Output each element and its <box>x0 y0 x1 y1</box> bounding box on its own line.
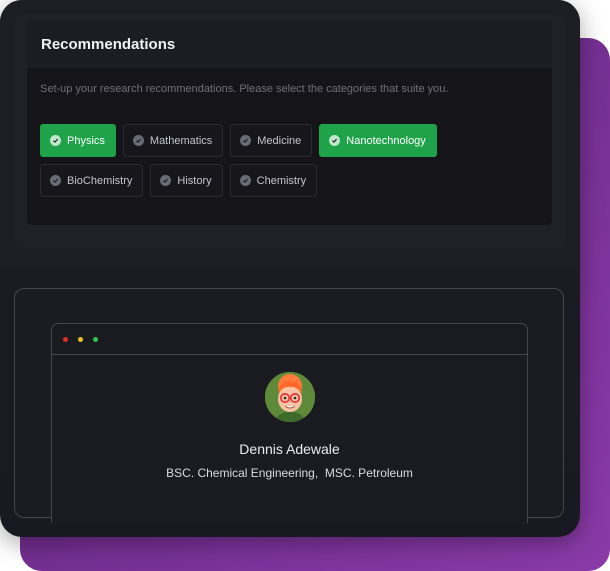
chip-medicine[interactable]: Medicine <box>230 124 313 157</box>
chip-label: Nanotechnology <box>346 134 426 147</box>
chip-label: BioChemistry <box>67 174 133 187</box>
recommendations-header: Recommendations <box>27 20 552 68</box>
recommendations-title: Recommendations <box>41 35 176 53</box>
category-chips: Physics Mathematics Medicine Nanotechnol… <box>40 124 540 204</box>
chip-row-1: Physics Mathematics Medicine Nanotechnol… <box>40 124 540 157</box>
chip-label: Physics <box>67 134 105 147</box>
chip-label: History <box>177 174 212 187</box>
chip-physics[interactable]: Physics <box>40 124 116 157</box>
recommendations-panel: Recommendations Set-up your research rec… <box>27 20 552 225</box>
browser-window: Dennis Adewale BSC. Chemical Engineering… <box>51 323 528 523</box>
chip-mathematics[interactable]: Mathematics <box>122 124 224 157</box>
check-circle-icon <box>240 135 252 146</box>
chip-biochemistry[interactable]: BioChemistry <box>40 164 144 197</box>
close-dot[interactable] <box>63 336 68 342</box>
check-circle-icon <box>132 135 144 146</box>
chip-label: Mathematics <box>149 134 213 147</box>
chip-history[interactable]: History <box>150 164 223 197</box>
chip-chemistry[interactable]: Chemistry <box>229 164 318 197</box>
chip-label: Chemistry <box>256 174 307 187</box>
check-circle-icon <box>50 175 61 186</box>
profile-name: Dennis Adewale <box>239 441 340 457</box>
app-card: Recommendations Set-up your research rec… <box>0 0 580 537</box>
check-circle-icon <box>160 175 172 186</box>
chip-label: Medicine <box>257 134 302 147</box>
check-circle-icon <box>329 135 341 146</box>
recommendations-subtitle: Set-up your research recommendations. Pl… <box>40 83 449 95</box>
minimize-dot[interactable] <box>78 336 83 342</box>
browser-titlebar <box>52 324 527 355</box>
avatar[interactable] <box>265 372 315 422</box>
check-circle-icon <box>50 135 61 146</box>
check-circle-icon <box>239 175 251 186</box>
profile-card: Dennis Adewale BSC. Chemical Engineering… <box>14 288 564 523</box>
chip-nanotechnology[interactable]: Nanotechnology <box>319 124 437 157</box>
recommendations-section: Recommendations Set-up your research rec… <box>0 0 580 268</box>
chip-row-2: BioChemistry History Chemistry <box>40 164 540 197</box>
profile-degrees: BSC. Chemical Engineering, MSC. Petroleu… <box>166 466 413 480</box>
maximize-dot[interactable] <box>93 336 98 342</box>
